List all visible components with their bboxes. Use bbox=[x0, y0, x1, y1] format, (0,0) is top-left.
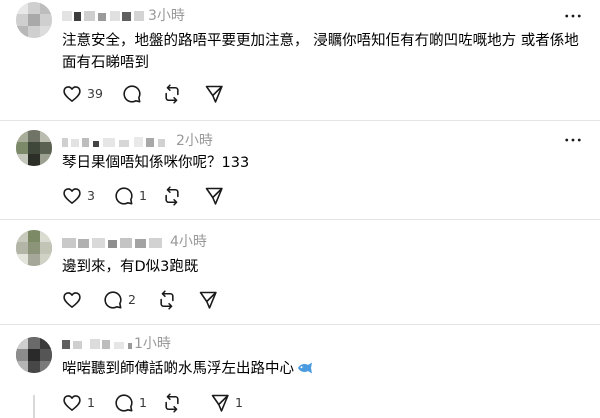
thread-line bbox=[33, 395, 35, 418]
post-1: 3小時 注意安全，地盤的路唔平要更加注意， 浸矋你唔知佢有冇啲凹咗嘅地方 或者係… bbox=[0, 0, 600, 120]
post-actions: 2 bbox=[62, 289, 262, 311]
avatar-image bbox=[16, 2, 52, 38]
reply-button[interactable]: 2 bbox=[103, 289, 136, 311]
like-count: 1 bbox=[87, 395, 95, 410]
post-timestamp[interactable]: 1小時 bbox=[134, 336, 171, 352]
avatar-image bbox=[16, 337, 52, 373]
post-text: 邊到來，有D似3跑既 bbox=[62, 259, 199, 275]
fish-emoji-icon bbox=[298, 362, 312, 374]
avatar[interactable] bbox=[16, 2, 52, 38]
repost-icon bbox=[162, 84, 182, 104]
post-actions: 1 1 1 bbox=[62, 392, 262, 414]
repost-button[interactable] bbox=[162, 392, 182, 414]
post-2: 2小時 琴日果個唔知係咪你呢？133 3 1 bbox=[0, 121, 600, 219]
send-icon bbox=[204, 84, 224, 104]
heart-icon bbox=[62, 393, 82, 413]
like-button[interactable]: 1 bbox=[62, 392, 95, 414]
share-button[interactable] bbox=[198, 289, 218, 311]
post-text: 注意安全，地盤的路唔平要更加注意， 浸矋你唔知佢有冇啲凹咗嘅地方 或者係地面有石… bbox=[62, 33, 579, 71]
reply-button[interactable] bbox=[122, 83, 142, 105]
repost-button[interactable] bbox=[162, 185, 182, 207]
reply-count: 1 bbox=[139, 188, 147, 203]
post-4: 1小時 啱啱聽到師傅話啲水馬浮左出路中心 1 1 1 bbox=[0, 325, 600, 418]
repost-icon bbox=[162, 186, 182, 206]
avatar[interactable] bbox=[16, 337, 52, 373]
more-icon[interactable] bbox=[563, 130, 583, 150]
username-redacted[interactable] bbox=[62, 337, 142, 351]
reply-count: 2 bbox=[128, 292, 136, 307]
post-timestamp[interactable]: 2小時 bbox=[176, 133, 213, 149]
username-redacted[interactable] bbox=[62, 236, 166, 250]
repost-button[interactable] bbox=[157, 289, 177, 311]
repost-icon bbox=[162, 393, 182, 413]
post-text: 啱啱聽到師傅話啲水馬浮左出路中心 bbox=[62, 358, 582, 380]
reply-count: 1 bbox=[139, 395, 147, 410]
post-text: 琴日果個唔知係咪你呢？133 bbox=[62, 155, 250, 171]
username-redacted[interactable] bbox=[62, 135, 174, 149]
share-button[interactable]: 1 bbox=[210, 392, 243, 414]
like-button[interactable]: 3 bbox=[62, 185, 95, 207]
share-button[interactable] bbox=[204, 83, 224, 105]
avatar-image bbox=[16, 130, 52, 166]
comment-icon bbox=[114, 393, 134, 413]
repost-button[interactable] bbox=[162, 83, 182, 105]
post-timestamp[interactable]: 3小時 bbox=[148, 8, 185, 24]
post-3: 4小時 邊到來，有D似3跑既 2 bbox=[0, 220, 600, 324]
more-icon[interactable] bbox=[563, 6, 583, 26]
avatar[interactable] bbox=[16, 130, 52, 166]
username-redacted[interactable] bbox=[62, 9, 146, 23]
heart-icon bbox=[62, 290, 82, 310]
heart-icon bbox=[62, 186, 82, 206]
comment-icon bbox=[122, 84, 142, 104]
reply-button[interactable]: 1 bbox=[114, 185, 147, 207]
avatar-image bbox=[16, 230, 52, 266]
like-count: 39 bbox=[87, 86, 103, 101]
send-icon bbox=[210, 393, 230, 413]
send-icon bbox=[198, 290, 218, 310]
comment-icon bbox=[114, 186, 134, 206]
avatar[interactable] bbox=[16, 230, 52, 266]
comment-icon bbox=[103, 290, 123, 310]
heart-icon bbox=[62, 84, 82, 104]
like-button[interactable]: 39 bbox=[62, 83, 103, 105]
send-icon bbox=[204, 186, 224, 206]
reply-button[interactable]: 1 bbox=[114, 392, 147, 414]
post-text-content: 啱啱聽到師傅話啲水馬浮左出路中心 bbox=[62, 361, 294, 377]
share-button[interactable] bbox=[204, 185, 224, 207]
post-actions: 39 bbox=[62, 83, 262, 105]
like-count: 3 bbox=[87, 188, 95, 203]
share-count: 1 bbox=[235, 395, 243, 410]
post-actions: 3 1 bbox=[62, 185, 262, 207]
post-timestamp[interactable]: 4小時 bbox=[170, 234, 207, 250]
repost-icon bbox=[157, 290, 177, 310]
like-button[interactable] bbox=[62, 289, 82, 311]
